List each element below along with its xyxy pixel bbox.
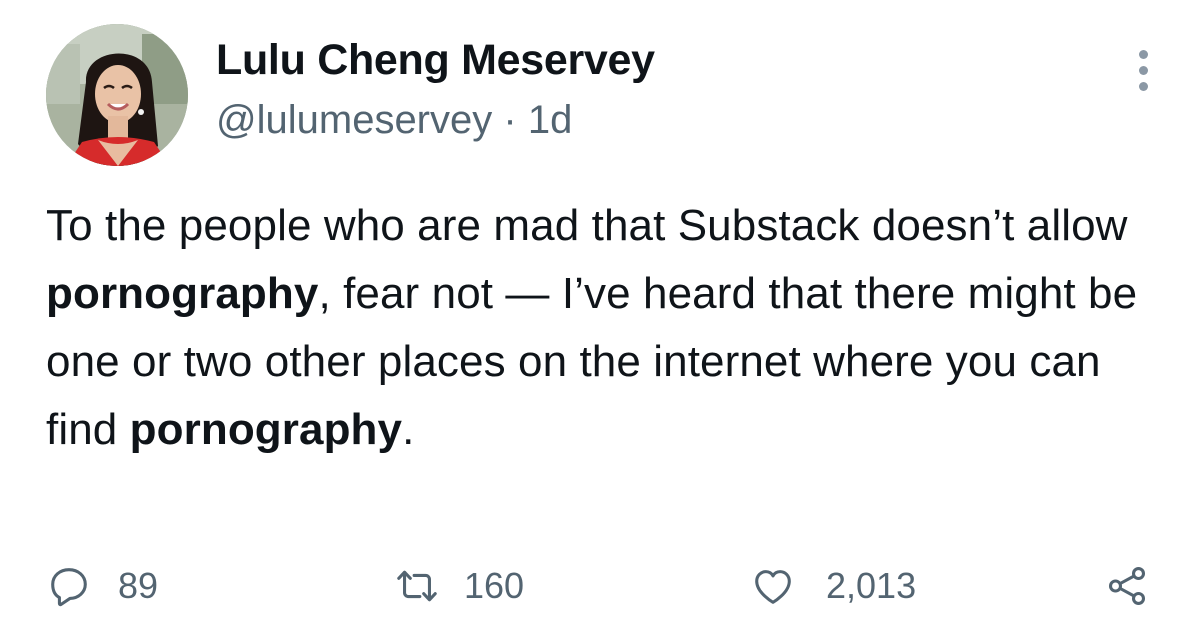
tweet-text-segment: . <box>402 405 415 454</box>
more-dot-icon <box>1139 50 1148 59</box>
more-options-button[interactable] <box>1124 46 1164 94</box>
like-button[interactable]: 2,013 <box>750 556 916 616</box>
more-dot-icon <box>1139 82 1148 91</box>
reply-icon <box>51 568 87 607</box>
like-count: 2,013 <box>826 565 917 606</box>
share-icon <box>1108 567 1146 605</box>
author-display-name[interactable]: Lulu Cheng Meservey <box>216 36 655 85</box>
meta-separator: · <box>503 98 517 142</box>
tweet-text: To the people who are mad that Substack … <box>46 192 1156 464</box>
author-handle[interactable]: @lulumeservey <box>216 98 492 142</box>
tweet-card: Lulu Cheng Meservey @lulumeservey · 1d T… <box>0 0 1200 634</box>
tweet-text-highlight: pornography <box>129 405 403 454</box>
retweet-button[interactable]: 160 <box>394 556 524 616</box>
share-button[interactable] <box>1104 556 1150 616</box>
tweet-timestamp[interactable]: 1d <box>528 98 573 142</box>
heart-icon <box>755 570 791 604</box>
action-bar: 89 160 2,013 <box>0 556 1200 616</box>
retweet-icon <box>397 570 437 602</box>
profile-photo-icon <box>46 24 188 166</box>
avatar[interactable] <box>46 24 188 166</box>
reply-button[interactable]: 89 <box>46 556 158 616</box>
retweet-count: 160 <box>464 565 525 606</box>
author-meta: @lulumeservey · 1d <box>216 98 572 143</box>
tweet-text-segment: To the people who are mad that Substack … <box>46 201 1128 250</box>
more-dot-icon <box>1139 66 1148 75</box>
tweet-text-highlight: pornography <box>46 269 319 318</box>
reply-count: 89 <box>118 565 159 606</box>
